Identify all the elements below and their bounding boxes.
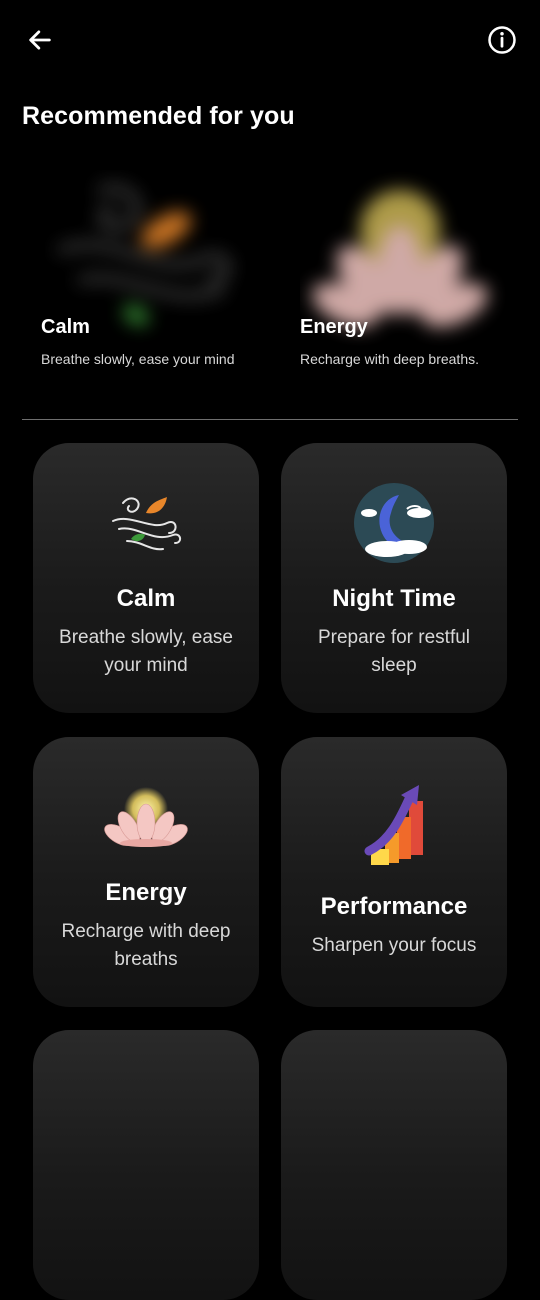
rising-chart-icon	[349, 781, 439, 871]
info-circle-icon	[488, 26, 516, 54]
arrow-left-icon	[29, 30, 51, 50]
lotus-icon	[101, 781, 191, 871]
recommended-card-energy[interactable]: Energy Recharge with deep breaths.	[300, 170, 530, 390]
section-title: Recommended for you	[22, 102, 295, 130]
tile-title: Calm	[116, 585, 176, 612]
recommended-card-calm[interactable]: Calm Breathe slowly, ease your mind	[41, 170, 271, 390]
tile-energy[interactable]: Energy Recharge with deep breaths	[33, 737, 259, 1007]
recommended-card-title: Energy	[300, 316, 368, 338]
tile-partial[interactable]	[281, 1030, 507, 1300]
recommended-card-subtitle: Breathe slowly, ease your mind	[41, 351, 235, 367]
tile-title: Performance	[320, 893, 468, 920]
tile-night-time[interactable]: Night Time Prepare for restful sleep	[281, 443, 507, 713]
tile-performance[interactable]: Performance Sharpen your focus	[281, 737, 507, 1007]
tile-subtitle: Recharge with deep breaths	[61, 921, 231, 970]
tile-partial[interactable]	[33, 1030, 259, 1300]
moon-clouds-icon	[349, 483, 439, 573]
info-button[interactable]	[482, 22, 522, 58]
back-button[interactable]	[20, 22, 60, 58]
recommended-card-title: Calm	[41, 316, 90, 338]
tile-subtitle: Sharpen your focus	[311, 935, 477, 956]
tile-title: Night Time	[332, 585, 456, 612]
tile-calm[interactable]: Calm Breathe slowly, ease your mind	[33, 443, 259, 713]
top-bar	[0, 0, 540, 80]
recommended-card-subtitle: Recharge with deep breaths.	[300, 351, 479, 367]
divider	[22, 419, 518, 420]
wind-leaf-icon	[101, 483, 191, 573]
tile-subtitle: Prepare for restful sleep	[317, 627, 471, 676]
tile-title: Energy	[105, 879, 187, 906]
tile-subtitle: Breathe slowly, ease your mind	[59, 627, 233, 676]
